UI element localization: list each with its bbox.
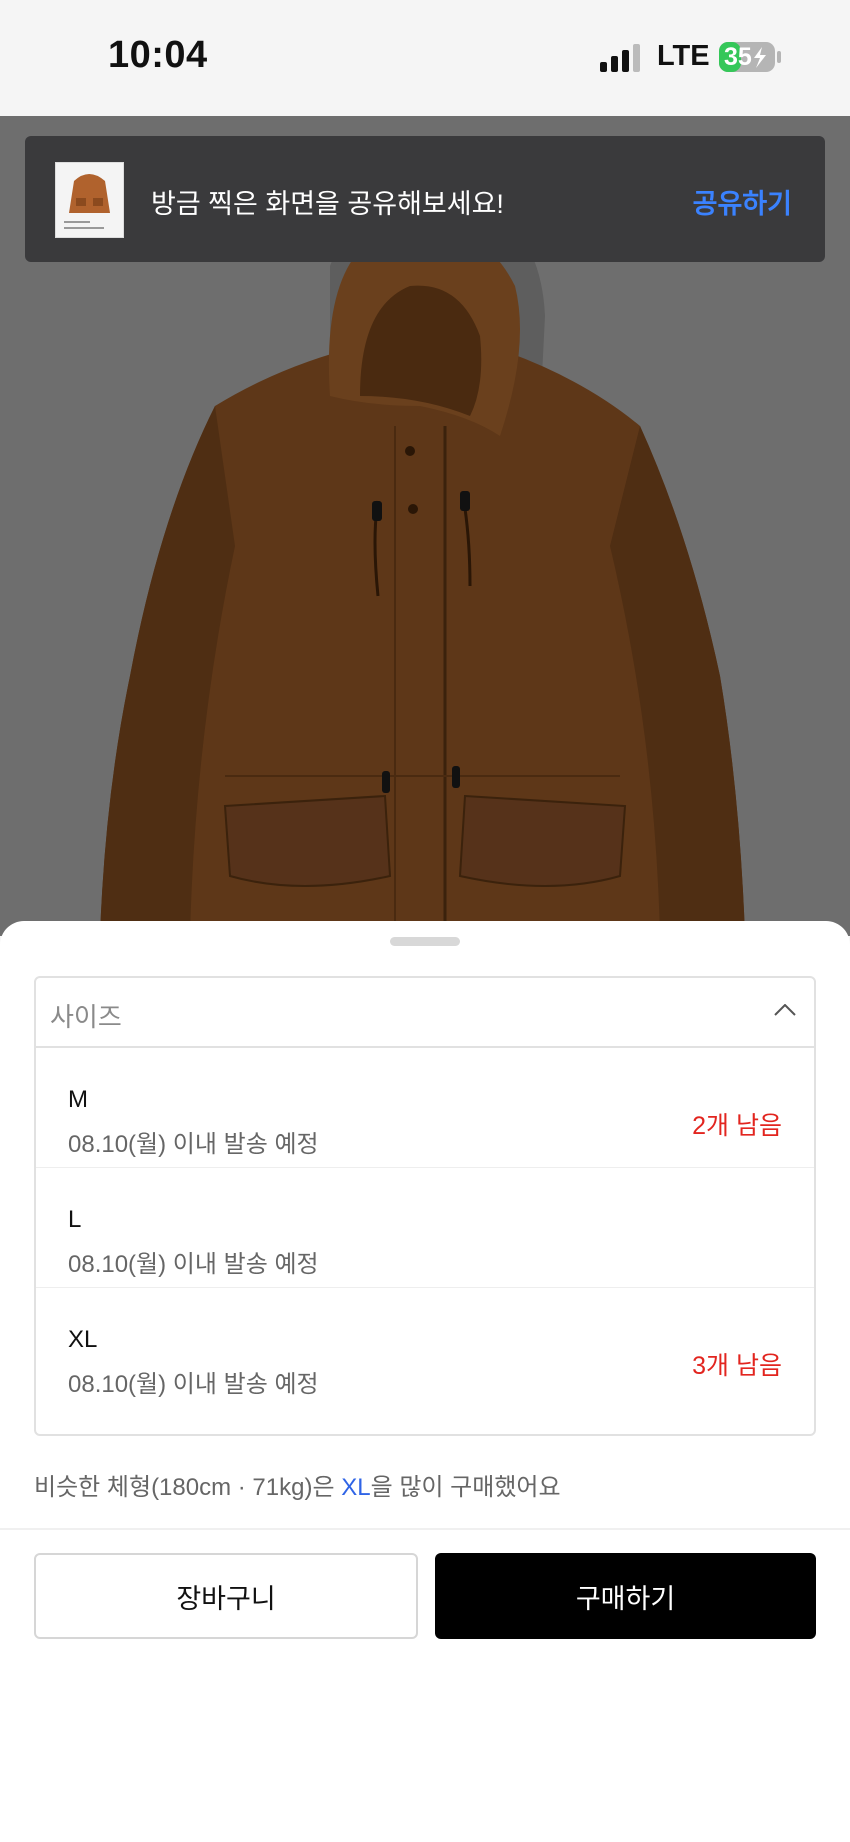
recommended-size: XL xyxy=(341,1474,371,1501)
size-option-xl[interactable]: XL 08.10(월) 이내 발송 예정 3개 남음 xyxy=(36,1288,814,1408)
sheet-drag-handle[interactable] xyxy=(390,937,460,946)
status-bar: 10:04 LTE 35 xyxy=(0,0,850,116)
option-bottom-sheet: 사이즈 M 08.10(월) 이내 발송 예정 2개 남음 L 08.10(월)… xyxy=(0,921,850,1842)
network-label: LTE xyxy=(657,40,710,72)
stock-badge: 2개 남음 xyxy=(692,1112,782,1140)
share-toast: 방금 찍은 화면을 공유해보세요! 공유하기 xyxy=(25,136,825,262)
add-to-cart-button[interactable]: 장바구니 xyxy=(34,1553,418,1639)
size-label: XL xyxy=(68,1326,98,1353)
stock-badge: 3개 남음 xyxy=(692,1352,782,1380)
size-recommendation: 비슷한 체형(180cm · 71kg)은 XL을 많이 구매했어요 xyxy=(34,1467,561,1502)
signal-bars-icon xyxy=(600,44,640,72)
battery-level: 35 xyxy=(724,43,752,71)
size-dropdown: 사이즈 M 08.10(월) 이내 발송 예정 2개 남음 L 08.10(월)… xyxy=(34,976,816,1436)
recommendation-suffix: 을 많이 구매했어요 xyxy=(370,1474,561,1501)
toast-message: 방금 찍은 화면을 공유해보세요! xyxy=(151,189,504,219)
size-option-m[interactable]: M 08.10(월) 이내 발송 예정 2개 남음 xyxy=(36,1048,814,1168)
shipping-info: 08.10(월) 이내 발송 예정 xyxy=(68,1131,319,1158)
size-label: L xyxy=(68,1206,82,1233)
buy-now-button[interactable]: 구매하기 xyxy=(435,1553,816,1639)
divider xyxy=(0,1528,850,1530)
recommendation-prefix: 비슷한 체형(180cm · 71kg)은 xyxy=(34,1474,342,1501)
shipping-info: 08.10(월) 이내 발송 예정 xyxy=(68,1251,319,1278)
screenshot-thumbnail[interactable] xyxy=(55,162,124,238)
shipping-info: 08.10(월) 이내 발송 예정 xyxy=(68,1371,319,1398)
battery-charging-icon: 35 xyxy=(718,41,782,73)
size-select-header[interactable]: 사이즈 xyxy=(36,978,814,1048)
status-time: 10:04 xyxy=(108,34,208,76)
size-placeholder: 사이즈 xyxy=(50,1002,122,1032)
chevron-up-icon[interactable] xyxy=(774,1004,796,1016)
size-label: M xyxy=(68,1086,88,1113)
share-button[interactable]: 공유하기 xyxy=(693,182,792,221)
size-option-l[interactable]: L 08.10(월) 이내 발송 예정 xyxy=(36,1168,814,1288)
